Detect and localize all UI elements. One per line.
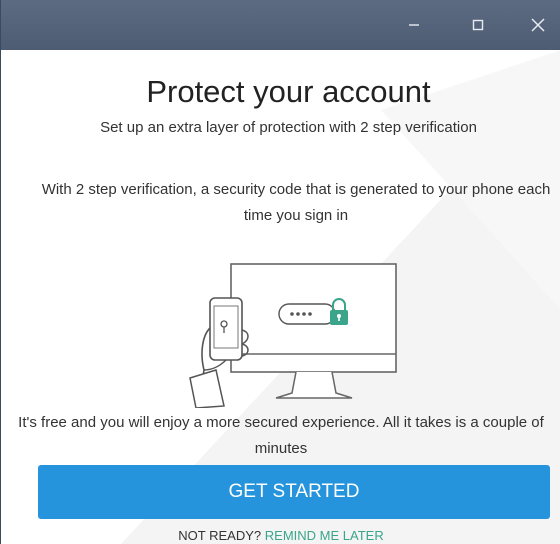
- maximize-button[interactable]: [455, 0, 501, 50]
- not-ready-label: NOT READY?: [178, 528, 262, 543]
- title-bar: [1, 0, 560, 50]
- maximize-icon: [472, 19, 484, 31]
- remind-row: NOT READY? REMIND ME LATER: [1, 528, 560, 543]
- page-subtitle: Set up an extra layer of protection with…: [100, 119, 477, 136]
- footer-text: It's free and you will enjoy a more secu…: [18, 414, 544, 457]
- page-title: Protect your account: [146, 74, 431, 109]
- minimize-button[interactable]: [391, 0, 437, 50]
- close-icon: [531, 18, 545, 32]
- verification-illustration: [189, 263, 397, 408]
- phone-icon: [209, 297, 243, 361]
- dialog-window: Protect your account Set up an extra lay…: [0, 0, 560, 544]
- password-field-icon: [278, 303, 336, 325]
- remind-later-link[interactable]: REMIND ME LATER: [265, 528, 384, 543]
- minimize-icon: [409, 24, 419, 26]
- description-text: With 2 step verification, a security cod…: [41, 181, 551, 224]
- close-button[interactable]: [515, 0, 560, 50]
- get-started-button[interactable]: GET STARTED: [38, 465, 550, 519]
